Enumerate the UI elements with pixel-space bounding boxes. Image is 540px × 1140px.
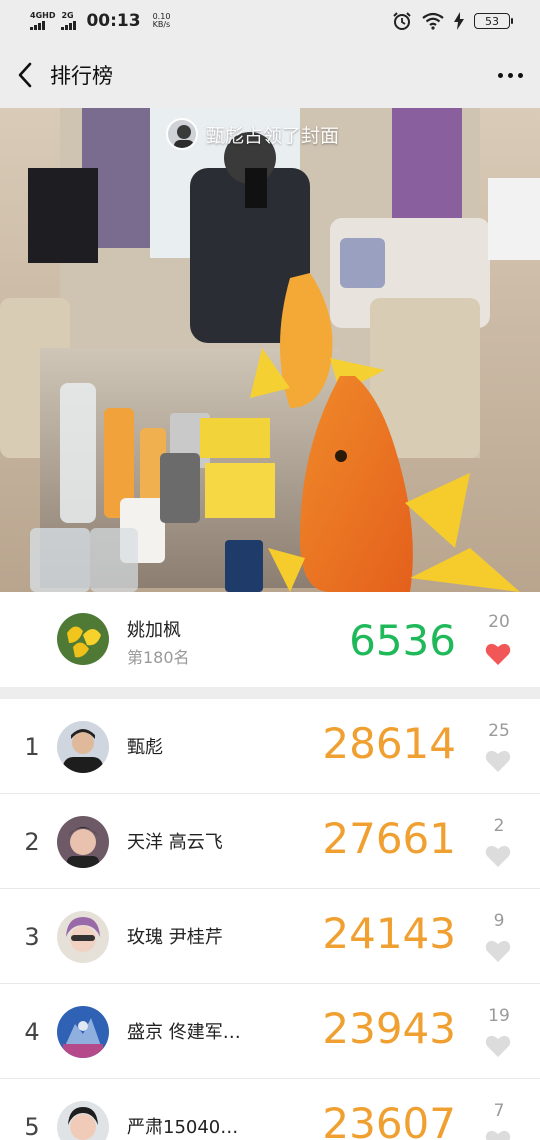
signal-icon-2: 2G — [61, 11, 77, 30]
user-name: 玫瑰 尹桂芹 — [127, 927, 223, 948]
heart-icon[interactable] — [485, 939, 511, 963]
avatar — [57, 911, 109, 963]
user-name: 甄彪 — [127, 737, 163, 758]
step-count: 24143 — [322, 909, 456, 958]
table-row[interactable]: 3 玫瑰 尹桂芹 24143 9 — [0, 889, 540, 984]
step-count: 28614 — [322, 719, 456, 768]
like-count: 19 — [488, 1006, 510, 1026]
like-count: 2 — [493, 816, 505, 836]
battery-level: 53 — [485, 14, 499, 28]
heart-icon[interactable] — [485, 642, 511, 666]
user-name: 严肃15040… — [127, 1117, 239, 1138]
user-name: 盛京 佟建军… — [127, 1022, 241, 1043]
chevron-left-icon — [18, 62, 32, 88]
like-count: 25 — [488, 721, 510, 741]
user-name: 天洋 高云飞 — [127, 832, 223, 853]
table-row[interactable]: 2 天洋 高云飞 27661 2 — [0, 794, 540, 889]
table-row[interactable]: 4 盛京 佟建军… 23943 19 — [0, 984, 540, 1079]
heart-icon[interactable] — [485, 844, 511, 868]
avatar — [57, 613, 109, 665]
more-dot-icon — [507, 72, 513, 78]
network-type-2: 2G — [61, 11, 74, 20]
rank-number: 5 — [24, 1112, 40, 1140]
more-dot-icon — [497, 72, 503, 78]
my-like-count: 20 — [488, 612, 510, 632]
rank-number: 2 — [24, 827, 40, 856]
network-type-1: 4GHD — [30, 11, 56, 20]
cover-photo — [0, 108, 540, 592]
cover-image[interactable]: 甄彪占领了封面 — [0, 108, 540, 592]
table-row[interactable]: 5 严肃15040… 23607 7 — [0, 1079, 540, 1140]
back-button[interactable] — [0, 42, 50, 108]
my-steps: 6536 — [349, 616, 456, 665]
heart-icon[interactable] — [485, 1129, 511, 1140]
section-divider — [0, 687, 540, 699]
rank-number: 3 — [24, 922, 40, 951]
heart-icon[interactable] — [485, 1034, 511, 1058]
network-speed-unit: KB/s — [152, 20, 171, 29]
charging-icon — [454, 12, 464, 30]
my-rank-row[interactable]: 姚加枫 第180名 6536 20 — [0, 592, 540, 687]
my-name: 姚加枫 — [127, 620, 181, 641]
alarm-icon — [393, 12, 411, 30]
my-rank-text: 第180名 — [127, 648, 190, 667]
avatar — [57, 816, 109, 868]
step-count: 27661 — [322, 814, 456, 863]
step-count: 23943 — [322, 1004, 456, 1053]
heart-icon[interactable] — [485, 749, 511, 773]
clock: 00:13 — [86, 11, 141, 31]
like-count: 7 — [493, 1101, 505, 1121]
like-count: 9 — [493, 911, 505, 931]
status-bar: 4GHD 2G 00:13 0.10 KB/s 53 — [0, 0, 540, 42]
battery-icon: 53 — [474, 13, 513, 29]
wifi-icon — [422, 12, 444, 30]
page-title: 排行榜 — [50, 64, 113, 88]
rank-number: 4 — [24, 1017, 40, 1046]
more-button[interactable] — [480, 42, 540, 108]
cover-owner-avatar — [166, 118, 198, 150]
network-speed: 0.10 KB/s — [153, 13, 171, 29]
cover-caption: 甄彪占领了封面 — [166, 118, 339, 150]
avatar — [57, 1101, 109, 1140]
signal-icon-1: 4GHD — [30, 12, 55, 30]
table-row[interactable]: 1 甄彪 28614 25 — [0, 699, 540, 794]
more-dot-icon — [517, 72, 523, 78]
avatar — [57, 1006, 109, 1058]
step-count: 23607 — [322, 1099, 456, 1140]
nav-bar: 排行榜 — [0, 42, 540, 108]
rank-number: 1 — [24, 732, 40, 761]
cover-caption-text: 甄彪占领了封面 — [206, 124, 340, 147]
avatar — [57, 721, 109, 773]
